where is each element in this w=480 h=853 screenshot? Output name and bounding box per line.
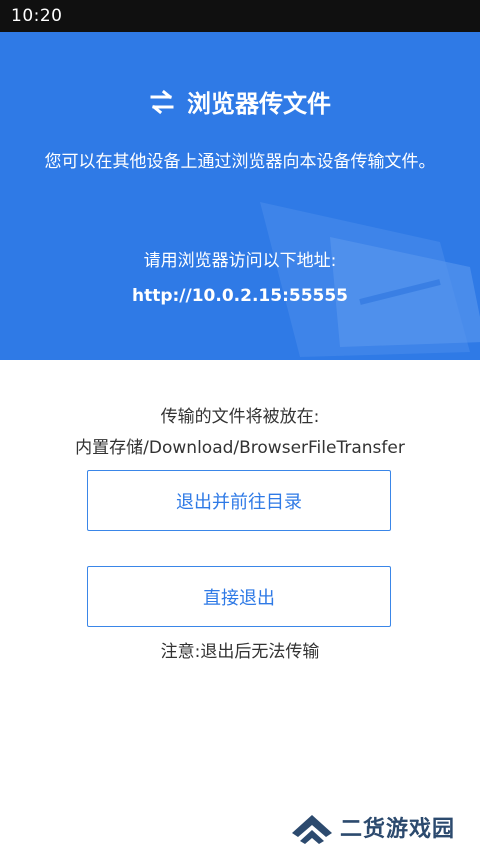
destination-path: 内置存储/Download/BrowserFileTransfer <box>75 438 405 458</box>
watermark-logo-icon <box>292 815 332 844</box>
destination-label: 传输的文件将被放在: <box>160 407 320 427</box>
server-address: http://10.0.2.15:55555 <box>131 286 349 306</box>
folder-decoration-icon <box>260 202 480 357</box>
swap-arrows-icon <box>150 89 174 114</box>
header-banner: 浏览器传文件 您可以在其他设备上通过浏览器向本设备传输文件。 请用浏览器访问以下… <box>0 32 480 360</box>
exit-button[interactable]: 直接退出 <box>87 566 391 627</box>
address-prompt: 请用浏览器访问以下地址: <box>143 251 337 271</box>
warning-note: 注意:退出后无法传输 <box>160 642 320 662</box>
status-time: 10:20 <box>11 6 63 26</box>
page-title: 浏览器传文件 <box>187 90 331 118</box>
watermark-text: 二货游戏园 <box>340 817 456 842</box>
exit-and-open-directory-button[interactable]: 退出并前往目录 <box>87 470 391 531</box>
watermark: 二货游戏园 <box>290 806 480 848</box>
status-bar: 10:20 <box>0 0 480 32</box>
description-text: 您可以在其他设备上通过浏览器向本设备传输文件。 <box>44 152 436 172</box>
title-row: 浏览器传文件 <box>0 84 480 119</box>
